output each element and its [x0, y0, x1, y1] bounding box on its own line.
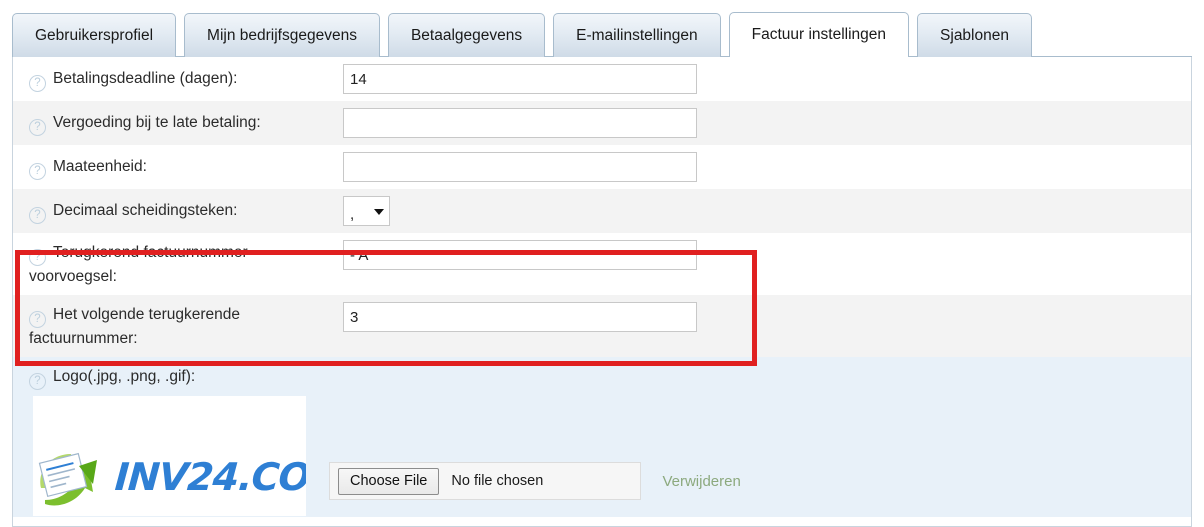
form-row-vergoeding-te-late-betaling: ? Vergoeding bij te late betaling:: [13, 101, 1191, 145]
tab-e-mailinstellingen[interactable]: E-mailinstellingen: [553, 13, 721, 57]
tab-sjablonen[interactable]: Sjablonen: [917, 13, 1032, 57]
form-row-terugkerend-factuurnummer-voorvoegsel: ? Terugkerend factuurnummer voorvoegsel:: [13, 233, 1191, 295]
tab-mijn-bedrijfsgegevens[interactable]: Mijn bedrijfsgegevens: [184, 13, 380, 57]
logo-preview-frame: INV24.COM: [33, 396, 306, 516]
window-top-shade: [0, 0, 1204, 14]
tab-label: Gebruikersprofiel: [35, 26, 154, 44]
form-row-volgende-terugkerende-factuurnummer: ? Het volgende terugkerende factuurnummer…: [13, 295, 1191, 357]
logo-artwork: INV24.COM: [33, 442, 306, 516]
maateenheid-input[interactable]: [343, 152, 697, 182]
field-zone: [343, 57, 1191, 101]
decimaal-scheidingsteken-select[interactable]: ,: [343, 196, 390, 226]
chevron-down-icon: [374, 209, 384, 215]
field-label-text: Betalingsdeadline (dagen):: [53, 70, 238, 87]
form-row-betalingsdeadline: ? Betalingsdeadline (dagen):: [13, 57, 1191, 101]
field-label-text: Vergoeding bij te late betaling:: [53, 114, 261, 131]
choose-file-button[interactable]: Choose File: [338, 467, 440, 495]
form-row-logo: ? Logo(.jpg, .png, .gif): INV24.COM Choo…: [13, 357, 1191, 517]
field-label-text-line2: factuurnummer:: [29, 330, 138, 347]
help-icon[interactable]: ?: [29, 373, 46, 390]
field-zone: [343, 101, 1191, 145]
selected-file-name: No file chosen: [451, 473, 544, 489]
logo-label-text: Logo(.jpg, .png, .gif):: [53, 368, 196, 385]
field-label-text-line2: voorvoegsel:: [29, 268, 117, 285]
select-value: ,: [350, 205, 355, 223]
field-label: ? Maateenheid:: [13, 145, 343, 188]
logo-upload-controls: Choose File No file chosen Verwijderen: [306, 396, 741, 500]
form-row-maateenheid: ? Maateenheid:: [13, 145, 1191, 189]
field-label: ? Terugkerend factuurnummer voorvoegsel:: [13, 233, 343, 295]
tab-factuur-instellingen[interactable]: Factuur instellingen: [728, 12, 910, 57]
logo-body: INV24.COM Choose File No file chosen Ver…: [13, 396, 1191, 516]
terugkerend-factuurnummer-voorvoegsel-input[interactable]: [343, 240, 697, 270]
tab-label: Factuur instellingen: [751, 26, 887, 43]
help-icon[interactable]: ?: [29, 163, 46, 180]
help-icon[interactable]: ?: [29, 119, 46, 136]
volgende-terugkerende-factuurnummer-input[interactable]: [343, 302, 697, 332]
invoice-arrow-logo-icon: [38, 452, 97, 506]
field-label: ? Het volgende terugkerende factuurnummer…: [13, 295, 343, 357]
field-label: ? Betalingsdeadline (dagen):: [13, 57, 343, 100]
tab-label: Mijn bedrijfsgegevens: [207, 26, 357, 44]
help-icon[interactable]: ?: [29, 311, 46, 328]
field-zone: [343, 233, 1191, 277]
settings-page: Gebruikersprofiel Mijn bedrijfsgegevens …: [0, 0, 1204, 527]
field-zone: ,: [343, 189, 1191, 233]
field-label-text: Decimaal scheidingsteken:: [53, 202, 238, 219]
tab-betaalgegevens[interactable]: Betaalgegevens: [387, 13, 546, 57]
vergoeding-input[interactable]: [343, 108, 697, 138]
file-input[interactable]: Choose File No file chosen: [329, 462, 641, 500]
tab-label: Betaalgegevens: [410, 26, 523, 44]
help-icon[interactable]: ?: [29, 207, 46, 224]
field-label-text: Maateenheid:: [53, 158, 147, 175]
field-zone: [343, 295, 1191, 339]
help-icon[interactable]: ?: [29, 75, 46, 92]
field-zone: [343, 145, 1191, 189]
logo-wordmark: INV24.COM: [113, 455, 306, 499]
field-label-text: Het volgende terugkerende: [53, 306, 240, 323]
help-icon[interactable]: ?: [29, 249, 46, 266]
tab-bar: Gebruikersprofiel Mijn bedrijfsgegevens …: [12, 12, 1192, 57]
tab-label: E-mailinstellingen: [576, 26, 698, 44]
field-label: ? Vergoeding bij te late betaling:: [13, 101, 343, 144]
betalingsdeadline-input[interactable]: [343, 64, 697, 94]
field-label: ? Decimaal scheidingsteken:: [13, 189, 343, 232]
field-label-text: Terugkerend factuurnummer: [53, 244, 248, 261]
logo-label: ? Logo(.jpg, .png, .gif):: [13, 357, 1191, 396]
form-row-decimaal-scheidingsteken: ? Decimaal scheidingsteken: ,: [13, 189, 1191, 233]
factuur-instellingen-panel: ? Betalingsdeadline (dagen): ? Vergoeding …: [12, 57, 1192, 527]
tab-label: Sjablonen: [940, 26, 1009, 44]
delete-logo-link[interactable]: Verwijderen: [662, 473, 740, 490]
tab-gebruikersprofiel[interactable]: Gebruikersprofiel: [12, 13, 177, 57]
